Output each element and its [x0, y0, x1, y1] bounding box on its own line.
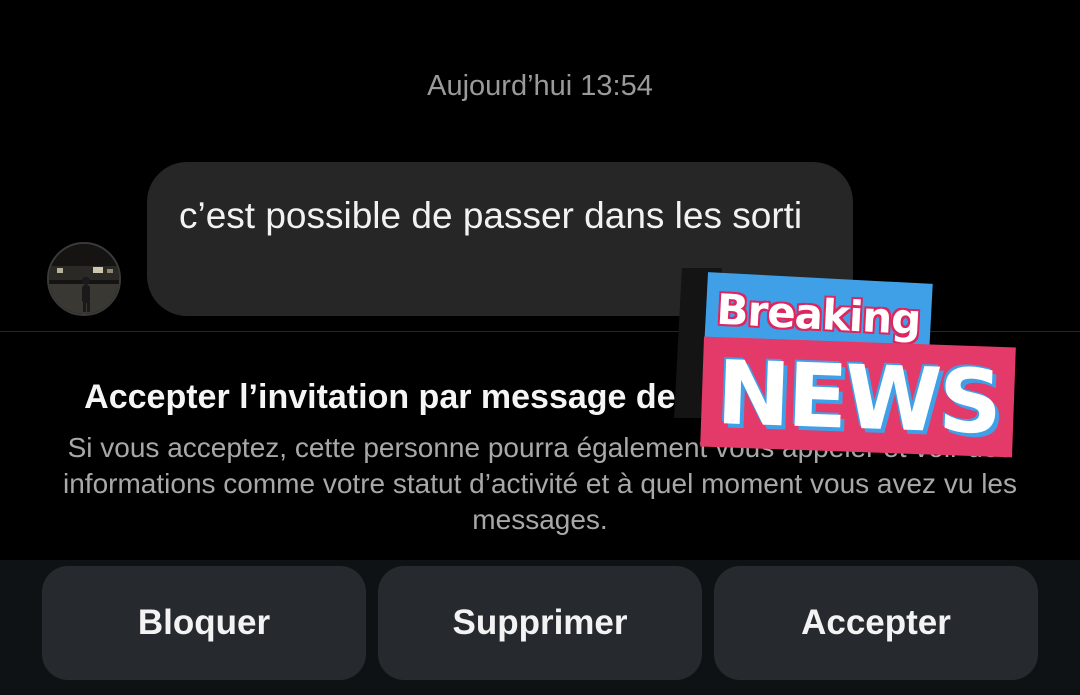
- news-label: NEWS: [700, 336, 1016, 458]
- block-button[interactable]: Bloquer: [42, 566, 366, 680]
- delete-button-label: Supprimer: [452, 603, 628, 642]
- block-button-label: Bloquer: [137, 603, 271, 642]
- accept-button[interactable]: Accepter: [714, 566, 1038, 680]
- accept-button-label: Accepter: [801, 603, 951, 642]
- sender-avatar[interactable]: [47, 242, 121, 316]
- breaking-news-sticker: Breaking NEWS: [674, 262, 1021, 458]
- invite-title-text: Accepter l’invitation par message de: [84, 378, 686, 416]
- message-timestamp: Aujourd’hui 13:54: [427, 70, 653, 102]
- avatar-photo-icon: [49, 244, 119, 314]
- news-text: NEWS: [715, 340, 1001, 454]
- dm-request-screen: Aujourd’hui 13:54 c’est possible de pass…: [0, 0, 1080, 695]
- delete-button[interactable]: Supprimer: [378, 566, 702, 680]
- message-text: c’est possible de passer dans les sorti: [179, 195, 803, 236]
